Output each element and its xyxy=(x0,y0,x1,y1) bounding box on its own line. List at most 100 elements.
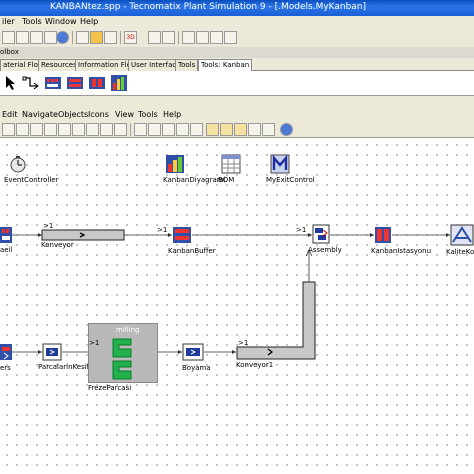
help-icon[interactable] xyxy=(280,123,293,136)
pencil-icon[interactable] xyxy=(190,123,203,136)
menu-icons[interactable]: Icons xyxy=(88,110,109,119)
toolbox-title: olbox xyxy=(0,48,19,56)
freze-parcasi-label: FrezeParcasi xyxy=(88,384,132,392)
toolbar-separator xyxy=(178,31,179,44)
milling-port-label: >1 xyxy=(89,339,100,347)
painting-station-icon[interactable] xyxy=(182,343,204,361)
source-bottom-label: ers xyxy=(0,364,11,372)
window-title: KANBANtez.spp - Tecnomatix Plant Simulat… xyxy=(50,2,367,12)
konveyor1-belt xyxy=(236,281,316,360)
table-icon[interactable] xyxy=(224,31,237,44)
connector-icon[interactable] xyxy=(22,74,40,92)
save-icon[interactable] xyxy=(30,31,43,44)
menu-edit[interactable]: Edit xyxy=(2,110,18,119)
cut-icon[interactable] xyxy=(58,123,71,136)
kanban-buffer-icon[interactable] xyxy=(66,74,84,92)
connector-tool-icon[interactable] xyxy=(206,123,219,136)
tab-tools[interactable]: Tools xyxy=(175,59,199,71)
zoom-in-icon[interactable] xyxy=(134,123,147,136)
align-icon[interactable] xyxy=(234,123,247,136)
open-folder-icon[interactable] xyxy=(16,31,29,44)
folder-icon[interactable] xyxy=(90,31,103,44)
paste-icon[interactable] xyxy=(86,123,99,136)
zoom-fit-icon[interactable] xyxy=(162,123,175,136)
clock-icon[interactable] xyxy=(76,31,89,44)
tab-resources[interactable]: Resources xyxy=(38,59,80,71)
event-controller-icon[interactable] xyxy=(8,154,28,174)
menu-window[interactable]: Window xyxy=(45,17,77,26)
grid-snap-icon[interactable] xyxy=(248,123,261,136)
quality-control-icon[interactable] xyxy=(450,224,474,246)
method-icon[interactable] xyxy=(270,154,290,174)
layer-icon[interactable] xyxy=(262,123,275,136)
connections-layer xyxy=(12,229,450,360)
main-menubar: iler Tools Window Help xyxy=(0,16,474,29)
kanban-chart-icon[interactable] xyxy=(165,154,185,174)
layout-icon[interactable] xyxy=(162,31,175,44)
new-icon[interactable] xyxy=(2,31,15,44)
toolbox-palette xyxy=(0,71,474,96)
kanban-source-icon[interactable] xyxy=(0,344,12,360)
frame-toolbar xyxy=(0,121,474,138)
toolbox-tabs: aterial Flow Resources Information Flow … xyxy=(0,58,474,71)
menu-help[interactable]: Help xyxy=(80,17,98,26)
grid-toggle-icon[interactable] xyxy=(176,123,189,136)
boyama-label: Boyama xyxy=(182,364,211,372)
kanban-station-icon[interactable] xyxy=(374,225,392,245)
menu-file[interactable]: iler xyxy=(2,17,15,26)
menu-frame-help[interactable]: Help xyxy=(163,110,181,119)
menu-navigate[interactable]: Navigate xyxy=(22,110,58,119)
close-window-icon[interactable] xyxy=(210,31,223,44)
help-icon[interactable] xyxy=(56,31,69,44)
kanban-istasyonu-label: KanbanIstasyonu xyxy=(371,247,432,255)
assembly-port-label: >1 xyxy=(296,226,307,234)
save-icon[interactable] xyxy=(30,123,43,136)
window-icon[interactable] xyxy=(104,31,117,44)
konveyor1-port-label: >1 xyxy=(238,339,249,347)
new-icon[interactable] xyxy=(2,123,15,136)
konveyor-port-label: >1 xyxy=(43,222,54,230)
menu-objects[interactable]: Objects xyxy=(58,110,88,119)
open-icon[interactable] xyxy=(16,123,29,136)
3d-icon[interactable]: 3D xyxy=(124,31,137,44)
frame-menubar: Edit Navigate Objects Icons View Tools H… xyxy=(0,108,474,121)
milling-frame[interactable]: milling xyxy=(88,323,158,383)
event-controller-label: EventController xyxy=(4,176,59,184)
milling-label: milling xyxy=(116,326,140,334)
copy-icon[interactable] xyxy=(72,123,85,136)
assembly-label: Assembly xyxy=(308,246,342,254)
assembly-icon[interactable] xyxy=(312,224,330,244)
kanban-buffer-icon[interactable] xyxy=(172,225,192,245)
menu-view[interactable]: View xyxy=(115,110,134,119)
zoom-out-icon[interactable] xyxy=(148,123,161,136)
menu-frame-tools[interactable]: Tools xyxy=(138,110,158,119)
kanban-buffer-port-label: >1 xyxy=(157,226,168,234)
toolbar-separator xyxy=(130,123,131,136)
kanban-source-icon[interactable] xyxy=(44,74,62,92)
menu-tools[interactable]: Tools xyxy=(22,17,42,26)
redo-icon[interactable] xyxy=(114,123,127,136)
milling-machine-icon xyxy=(112,338,132,380)
kanban-buffer-label: KanbanBuffer xyxy=(168,247,216,255)
toolbar-separator xyxy=(120,31,121,44)
kanban-source-icon[interactable] xyxy=(0,226,12,244)
cascade-icon[interactable] xyxy=(196,31,209,44)
grid-icon[interactable] xyxy=(148,31,161,44)
print-icon[interactable] xyxy=(44,123,57,136)
konveyor-label: Konveyor xyxy=(41,241,74,249)
undo-icon[interactable] xyxy=(100,123,113,136)
tab-tools-kanban[interactable]: Tools: Kanban xyxy=(198,59,253,71)
bom-table-icon[interactable] xyxy=(221,154,241,174)
kanban-diyagrami-label: KanbanDiyagrami xyxy=(163,176,226,184)
route-icon[interactable] xyxy=(220,123,233,136)
kanban-chart-icon[interactable] xyxy=(110,74,128,92)
pointer-icon[interactable] xyxy=(2,74,20,92)
toolbar-separator xyxy=(72,31,73,44)
bom-label: BOM xyxy=(218,176,235,184)
kanban-station-icon[interactable] xyxy=(88,74,106,92)
model-canvas[interactable]: EventController KanbanDiyagrami BOM MyEx… xyxy=(0,138,474,474)
tile-icon[interactable] xyxy=(182,31,195,44)
cutting-station-icon[interactable] xyxy=(42,343,62,361)
title-bar: KANBANtez.spp - Tecnomatix Plant Simulat… xyxy=(0,0,474,16)
toolbox-header: olbox xyxy=(0,47,474,58)
